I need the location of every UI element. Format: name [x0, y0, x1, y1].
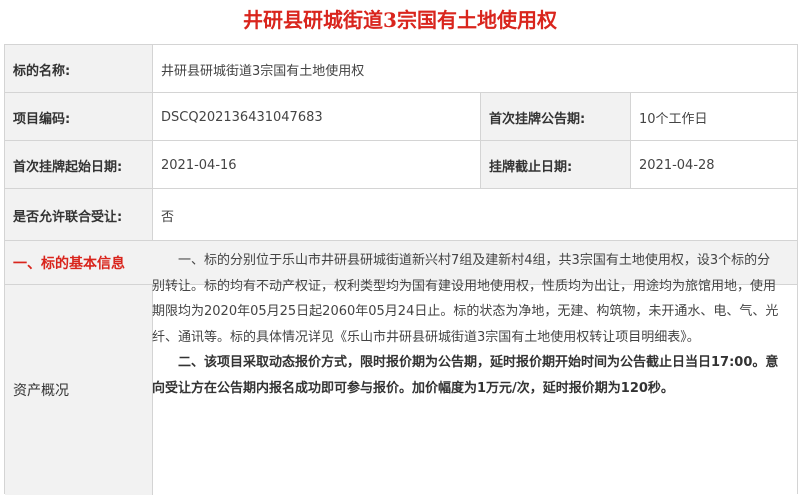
- joint-label: 是否允许联合受让:: [5, 189, 152, 241]
- start-date-label: 首次挂牌起始日期:: [5, 141, 152, 189]
- asset-label: 资产概况: [5, 285, 152, 495]
- asset-paragraph-2: 二、该项目采取动态报价方式，限时报价期为公告期，延时报价期开始时间为公告截止日当…: [152, 355, 779, 396]
- table-row-code: 项目编码: DSCQ202136431047683 首次挂牌公告期: 10个工作…: [5, 92, 797, 141]
- table-row-joint: 是否允许联合受让: 否: [5, 188, 797, 241]
- end-date-value: 2021-04-28: [630, 141, 797, 189]
- code-value: DSCQ202136431047683: [152, 93, 480, 141]
- name-label: 标的名称:: [5, 45, 152, 93]
- table-row-name: 标的名称: 井研县研城街道3宗国有土地使用权: [5, 44, 797, 93]
- page-title: 井研县研城街道3宗国有土地使用权: [243, 8, 557, 32]
- code-label: 项目编码:: [5, 93, 152, 141]
- asset-description: 一、标的分别位于乐山市井研县研城街道新兴村7组及建新村4组，共3宗国有土地使用权…: [152, 248, 782, 401]
- name-value: 井研县研城街道3宗国有土地使用权: [152, 45, 797, 93]
- period-value: 10个工作日: [630, 93, 797, 141]
- start-date-value: 2021-04-16: [152, 141, 480, 189]
- end-date-label: 挂牌截止日期:: [480, 141, 630, 189]
- joint-value: 否: [152, 189, 797, 241]
- asset-paragraph-1: 一、标的分别位于乐山市井研县研城街道新兴村7组及建新村4组，共3宗国有土地使用权…: [152, 253, 779, 345]
- table-row-dates: 首次挂牌起始日期: 2021-04-16 挂牌截止日期: 2021-04-28: [5, 140, 797, 189]
- period-label: 首次挂牌公告期:: [480, 93, 630, 141]
